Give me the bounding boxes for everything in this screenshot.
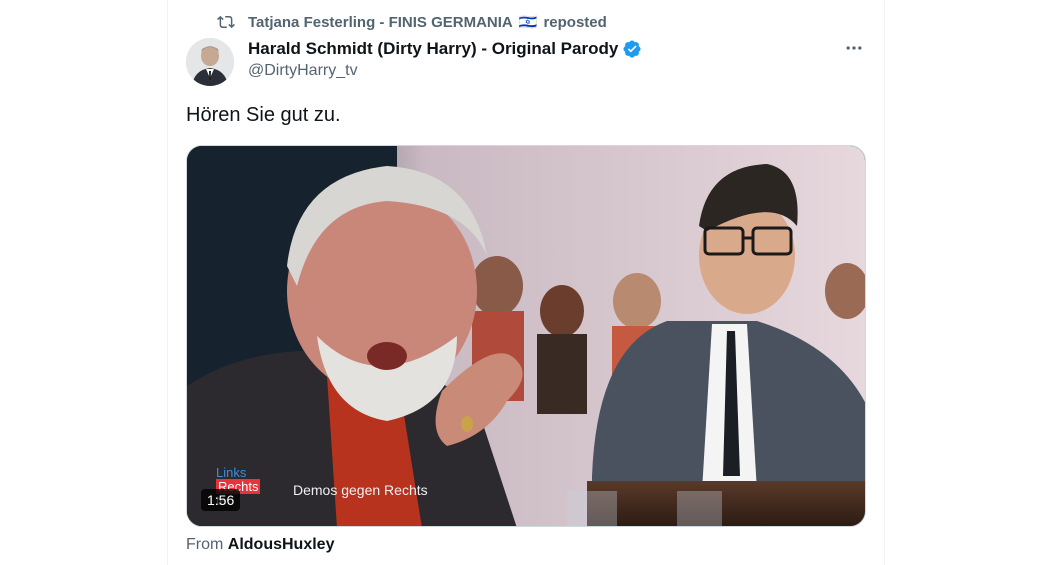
avatar[interactable] [186, 38, 234, 86]
attribution-source[interactable]: AldousHuxley [228, 536, 335, 553]
author-name-row[interactable]: Harald Schmidt (Dirty Harry) - Original … [248, 37, 642, 61]
more-options-icon[interactable] [843, 37, 865, 59]
tv-logo-line1: Links [216, 465, 247, 480]
post-text: Hören Sie gut zu. [186, 104, 341, 126]
video-duration: 1:56 [201, 489, 241, 511]
attribution-prefix: From [186, 536, 224, 553]
repost-icon [217, 13, 235, 31]
repost-user[interactable]: Tatjana Festerling - FINIS GERMANIA [248, 14, 513, 31]
repost-label: reposted [543, 13, 607, 31]
attribution: From AldousHuxley [186, 536, 334, 554]
video-player[interactable] [186, 145, 866, 527]
video-lower-third: Demos gegen Rechts [293, 482, 428, 498]
author-name[interactable]: Harald Schmidt (Dirty Harry) - Original … [248, 39, 618, 59]
verified-badge-icon [622, 39, 642, 59]
author-handle[interactable]: @DirtyHarry_tv [248, 62, 358, 80]
repost-header[interactable]: Tatjana Festerling - FINIS GERMANIA 🇮🇱 r… [217, 11, 607, 33]
israel-flag-icon: 🇮🇱 [518, 14, 538, 31]
